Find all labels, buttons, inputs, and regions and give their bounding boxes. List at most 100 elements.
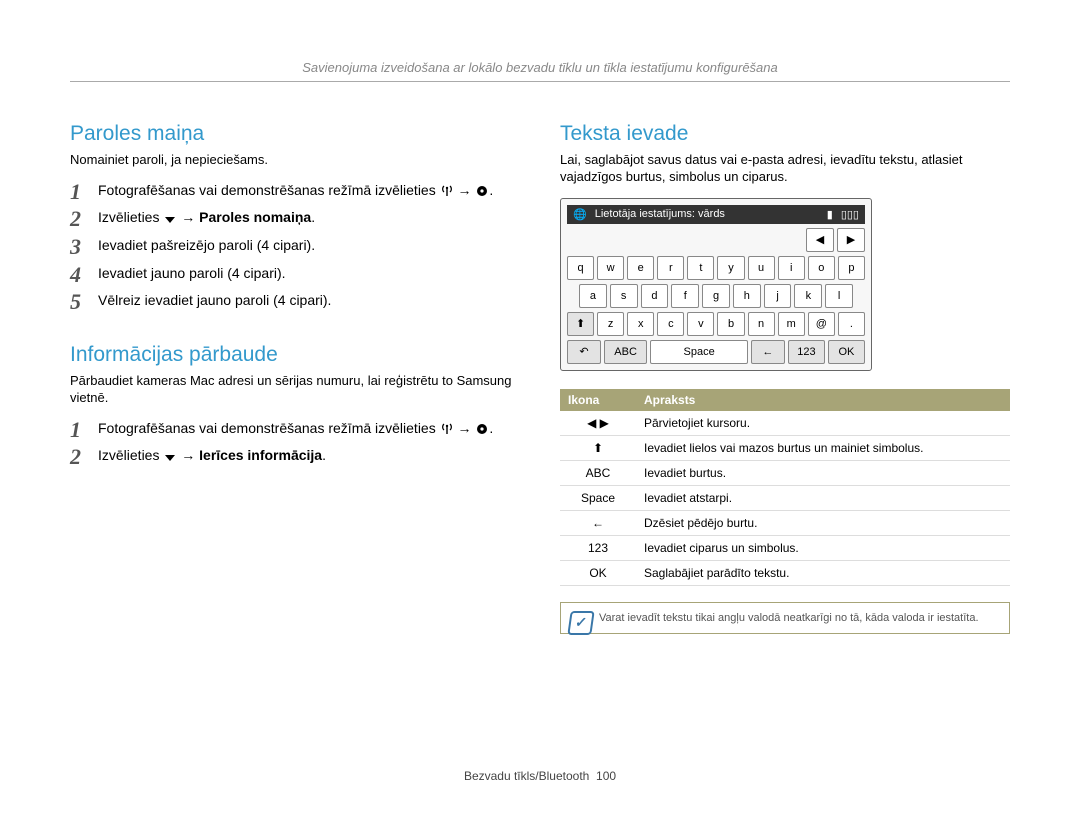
key-r[interactable]: r [657, 256, 684, 280]
step-5: Vēlreiz ievadiet jauno paroli (4 cipari)… [70, 291, 520, 311]
key-v[interactable]: v [687, 312, 714, 336]
info-step-2: Izvēlieties → Ierīces informācija. [70, 446, 520, 466]
shift-key[interactable]: ⬆ [567, 312, 594, 336]
table-row: ABCIevadiet burtus. [560, 460, 1010, 485]
key-m[interactable]: m [778, 312, 805, 336]
key-h[interactable]: h [733, 284, 761, 308]
columns: Paroles maiņa Nomainiet paroli, ja nepie… [70, 122, 1010, 634]
key-k[interactable]: k [794, 284, 822, 308]
cell-desc: Pārvietojiet kursoru. [636, 411, 1010, 436]
key-i[interactable]: i [778, 256, 805, 280]
arrow-icon: → [458, 182, 476, 198]
signal-icon: ▮ [827, 208, 833, 221]
right-column: Teksta ievade Lai, saglabājot savus datu… [560, 122, 1010, 634]
key-e[interactable]: e [627, 256, 654, 280]
th-icon: Ikona [560, 389, 636, 411]
key-n[interactable]: n [748, 312, 775, 336]
table-row: SpaceIevadiet atstarpi. [560, 485, 1010, 510]
key-t[interactable]: t [687, 256, 714, 280]
gear-icon [475, 184, 489, 198]
kb-row1: q w e r t y u i o p [567, 256, 865, 280]
arrow-icon: → [458, 420, 476, 436]
section-text-title: Teksta ievade [560, 122, 1010, 146]
table-header: Ikona Apraksts [560, 389, 1010, 411]
cell-desc: Dzēsiet pēdējo burtu. [636, 510, 1010, 535]
page-footer: Bezvadu tīkls/Bluetooth 100 [0, 769, 1080, 783]
key-d[interactable]: d [641, 284, 669, 308]
page-header: Savienojuma izveidošana ar lokālo bezvad… [70, 60, 1010, 82]
key-q[interactable]: q [567, 256, 594, 280]
key-x[interactable]: x [627, 312, 654, 336]
cell-icon: 123 [560, 535, 636, 560]
key-z[interactable]: z [597, 312, 624, 336]
icon-table: Ikona Apraksts ◀ ▶Pārvietojiet kursoru. … [560, 389, 1010, 586]
cell-icon: ← [560, 510, 636, 535]
keyboard-titlebar: 🌐 Lietotāja iestatījums: vārds ▮ ▯▯▯ [567, 205, 865, 224]
section-password-desc: Nomainiet paroli, ja nepieciešams. [70, 152, 520, 169]
section-text-desc: Lai, saglabājot savus datus vai e-pasta … [560, 152, 1010, 186]
abc-key[interactable]: ABC [604, 340, 647, 364]
keyboard-preview: 🌐 Lietotāja iestatījums: vārds ▮ ▯▯▯ ◀ ▶… [560, 198, 872, 371]
cell-icon: ◀ ▶ [560, 411, 636, 436]
info-step-1: Fotografēšanas vai demonstrēšanas režīmā… [70, 419, 520, 439]
key-y[interactable]: y [717, 256, 744, 280]
space-key[interactable]: Space [650, 340, 748, 364]
key-j[interactable]: j [764, 284, 792, 308]
key-o[interactable]: o [808, 256, 835, 280]
step-2: Izvēlieties → Paroles nomaiņa. [70, 208, 520, 228]
key-w[interactable]: w [597, 256, 624, 280]
key-g[interactable]: g [702, 284, 730, 308]
back-key[interactable]: ↶ [567, 340, 601, 364]
cursor-left-key[interactable]: ◀ [806, 228, 834, 252]
page: Savienojuma izveidošana ar lokālo bezvad… [0, 0, 1080, 634]
cell-icon: ⬆ [560, 435, 636, 460]
key-b[interactable]: b [717, 312, 744, 336]
table-row: ◀ ▶Pārvietojiet kursoru. [560, 411, 1010, 436]
cell-desc: Ievadiet burtus. [636, 460, 1010, 485]
cursor-right-key[interactable]: ▶ [837, 228, 865, 252]
key-c[interactable]: c [657, 312, 684, 336]
key-at[interactable]: @ [808, 312, 835, 336]
cell-icon: OK [560, 560, 636, 585]
section-info-title: Informācijas pārbaude [70, 343, 520, 367]
table-row: ⬆Ievadiet lielos vai mazos burtus un mai… [560, 435, 1010, 460]
backspace-key[interactable]: ← [751, 340, 785, 364]
kb-row4: ↶ ABC Space ← 123 OK [567, 340, 865, 364]
key-l[interactable]: l [825, 284, 853, 308]
step-3: Ievadiet pašreizējo paroli (4 cipari). [70, 236, 520, 256]
battery-icon: ▯▯▯ [841, 208, 859, 221]
cell-icon: ABC [560, 460, 636, 485]
table-row: OKSaglabājiet parādīto tekstu. [560, 560, 1010, 585]
note-text: Varat ievadīt tekstu tikai angļu valodā … [599, 612, 979, 624]
key-f[interactable]: f [671, 284, 699, 308]
th-desc: Apraksts [636, 389, 1010, 411]
ok-key[interactable]: OK [828, 340, 865, 364]
note-box: ✓ Varat ievadīt tekstu tikai angļu valod… [560, 602, 1010, 634]
cell-desc: Saglabājiet parādīto tekstu. [636, 560, 1010, 585]
gear-icon [475, 422, 489, 436]
step-1: Fotografēšanas vai demonstrēšanas režīmā… [70, 181, 520, 201]
section-password-title: Paroles maiņa [70, 122, 520, 146]
step-4: Ievadiet jauno paroli (4 cipari). [70, 264, 520, 284]
note-icon: ✓ [567, 611, 594, 635]
left-column: Paroles maiņa Nomainiet paroli, ja nepie… [70, 122, 520, 634]
key-p[interactable]: p [838, 256, 865, 280]
key-u[interactable]: u [748, 256, 775, 280]
kb-row3: ⬆ z x c v b n m @ . [567, 312, 865, 336]
footer-text: Bezvadu tīkls/Bluetooth [464, 769, 589, 783]
key-dot[interactable]: . [838, 312, 865, 336]
key-a[interactable]: a [579, 284, 607, 308]
table-row: ←Dzēsiet pēdējo burtu. [560, 510, 1010, 535]
section-info-desc: Pārbaudiet kameras Mac adresi un sērijas… [70, 373, 520, 407]
cell-desc: Ievadiet lielos vai mazos burtus un main… [636, 435, 1010, 460]
password-steps: Fotografēšanas vai demonstrēšanas režīmā… [70, 181, 520, 311]
kb-row2: a s d f g h j k l [567, 284, 865, 308]
antenna-icon [440, 184, 454, 198]
key-s[interactable]: s [610, 284, 638, 308]
cell-icon: Space [560, 485, 636, 510]
chevron-down-icon [163, 453, 177, 463]
num-key[interactable]: 123 [788, 340, 825, 364]
keyboard-title: Lietotāja iestatījums: vārds [595, 208, 819, 220]
cell-desc: Ievadiet atstarpi. [636, 485, 1010, 510]
globe-icon: 🌐 [573, 208, 587, 221]
